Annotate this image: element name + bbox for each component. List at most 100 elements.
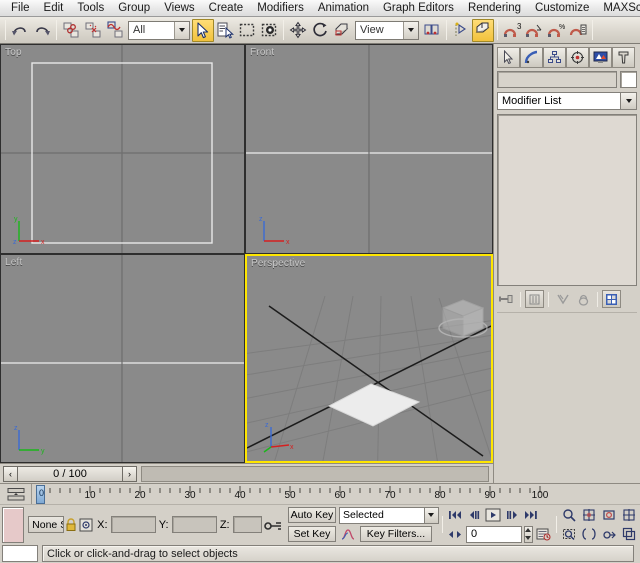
pan-view-button[interactable] — [600, 526, 618, 543]
set-key-button[interactable]: Set Key — [288, 526, 336, 542]
grid-toggle-button[interactable] — [262, 516, 284, 533]
key-filters-button[interactable]: Key Filters... — [360, 526, 432, 542]
auto-key-button[interactable]: Auto Key — [288, 507, 336, 523]
viewport-top[interactable]: y x z Top — [0, 44, 245, 254]
viewport-left[interactable]: z y Left — [0, 254, 245, 464]
redo-button[interactable] — [31, 19, 53, 42]
use-pivot-point-center-button[interactable] — [421, 19, 443, 42]
spinner-down[interactable] — [525, 534, 532, 542]
default-tangents-button[interactable] — [339, 526, 357, 543]
field-of-view-button[interactable] — [580, 526, 598, 543]
menu-item-tools[interactable]: Tools — [70, 0, 111, 16]
pin-stack-button[interactable] — [497, 290, 516, 308]
z-coordinate-field[interactable] — [233, 516, 262, 533]
add-time-tag-field[interactable] — [2, 545, 38, 562]
select-and-link-button[interactable] — [60, 19, 82, 42]
menu-item-file[interactable]: File — [4, 0, 37, 16]
current-frame-field[interactable]: 0 — [466, 526, 522, 543]
mini-listener-box[interactable] — [2, 507, 24, 543]
reference-coordinate-system-combo[interactable]: View — [355, 21, 419, 40]
window-crossing-button[interactable] — [258, 19, 280, 42]
mirror-button[interactable] — [450, 19, 472, 42]
modifier-list-combo[interactable]: Modifier List — [497, 92, 637, 110]
track-bar[interactable] — [141, 466, 489, 482]
zoom-extents-button[interactable] — [600, 507, 618, 524]
menu-item-create[interactable]: Create — [202, 0, 251, 16]
bind-to-space-warp-button[interactable] — [104, 19, 126, 42]
key-mode-arrow[interactable] — [424, 508, 438, 523]
maximize-viewport-toggle-button[interactable] — [620, 526, 638, 543]
time-slider-frame-readout[interactable]: 0 / 100 — [18, 466, 122, 482]
select-by-name-button[interactable] — [214, 19, 236, 42]
rectangular-selection-region-button[interactable] — [236, 19, 258, 42]
menu-item-customize[interactable]: Customize — [528, 0, 596, 16]
previous-frame-button[interactable] — [465, 507, 483, 524]
viewport-front[interactable]: z x Front — [245, 44, 493, 254]
reference-coordinate-arrow[interactable] — [403, 22, 418, 39]
spinner-up[interactable] — [525, 527, 532, 535]
undo-button[interactable] — [9, 19, 31, 42]
select-object-button[interactable] — [192, 19, 214, 42]
current-frame-spinner[interactable] — [524, 526, 533, 543]
remove-modifier-button[interactable] — [574, 290, 593, 308]
time-slider[interactable]: ‹ 0 / 100 › — [3, 466, 137, 482]
menu-item-modifiers[interactable]: Modifiers — [250, 0, 311, 16]
menu-item-rendering[interactable]: Rendering — [461, 0, 528, 16]
zoom-button[interactable] — [560, 507, 578, 524]
reference-coordinate-value: View — [356, 22, 403, 39]
command-tab-motion[interactable] — [566, 47, 589, 68]
command-tab-display[interactable] — [589, 47, 612, 68]
angle-snap-toggle-button[interactable] — [523, 19, 545, 42]
modifier-stack-list[interactable] — [497, 114, 637, 286]
play-animation-button[interactable] — [484, 507, 502, 524]
percent-snap-toggle-button[interactable]: 3 — [501, 19, 523, 42]
absolute-relative-transform-toggle-button[interactable] — [78, 516, 94, 533]
command-tab-hierarchy[interactable] — [543, 47, 566, 68]
time-slider-next-button[interactable]: › — [122, 466, 137, 482]
named-selection-sets-button[interactable] — [567, 19, 589, 42]
zoom-all-button[interactable] — [580, 507, 598, 524]
select-and-move-button[interactable] — [287, 19, 309, 42]
menu-item-animation[interactable]: Animation — [311, 0, 376, 16]
configure-modifier-sets-button[interactable] — [602, 290, 621, 308]
make-unique-button[interactable] — [553, 290, 572, 308]
modifier-list-arrow[interactable] — [620, 93, 636, 109]
svg-text:%: % — [559, 24, 565, 31]
command-tab-create[interactable] — [497, 47, 520, 68]
go-to-end-button[interactable] — [522, 507, 540, 524]
key-mode-toggle-button[interactable] — [446, 526, 464, 543]
selection-filter-combo[interactable]: All — [128, 21, 190, 40]
next-frame-button[interactable] — [503, 507, 521, 524]
lock-selection-button[interactable] — [64, 516, 78, 533]
select-and-rotate-button[interactable] — [309, 19, 331, 42]
object-color-swatch[interactable] — [620, 71, 637, 88]
zoom-extents-all-button[interactable] — [620, 507, 638, 524]
object-name-field[interactable] — [497, 71, 617, 88]
spinner-snap-toggle-button[interactable]: % — [545, 19, 567, 42]
timeline-current-frame-handle[interactable]: 0 — [36, 485, 45, 504]
menu-item-edit[interactable]: Edit — [37, 0, 71, 16]
time-slider-prev-button[interactable]: ‹ — [3, 466, 18, 482]
x-coordinate-field[interactable] — [111, 516, 156, 533]
key-mode-combo[interactable]: Selected — [339, 507, 439, 524]
go-to-start-button[interactable] — [446, 507, 464, 524]
command-tab-utilities[interactable] — [612, 47, 635, 68]
select-and-uniform-scale-button[interactable] — [331, 19, 353, 42]
zoom-region-button[interactable] — [560, 526, 578, 543]
menu-item-group[interactable]: Group — [111, 0, 157, 16]
menu-item-maxscript[interactable]: MAXScript — [596, 0, 640, 16]
selection-filter-arrow[interactable] — [174, 22, 189, 39]
timeline-ruler[interactable]: 10 20 30 40 50 60 70 80 90 100 0 — [0, 483, 640, 504]
key-mode-toggle-icon[interactable] — [0, 484, 32, 504]
show-end-result-button[interactable] — [525, 290, 544, 308]
y-coordinate-field[interactable] — [172, 516, 217, 533]
align-icon — [474, 21, 492, 39]
menu-item-views[interactable]: Views — [157, 0, 201, 16]
align-button[interactable] — [472, 19, 494, 42]
viewport-perspective[interactable]: z x Perspective — [245, 254, 493, 464]
command-tab-modify[interactable] — [520, 47, 543, 68]
unlink-selection-button[interactable] — [82, 19, 104, 42]
timeline-ruler-track[interactable]: 10 20 30 40 50 60 70 80 90 100 0 — [32, 484, 640, 504]
menu-item-graph-editors[interactable]: Graph Editors — [376, 0, 461, 16]
time-configuration-button[interactable] — [535, 526, 553, 543]
